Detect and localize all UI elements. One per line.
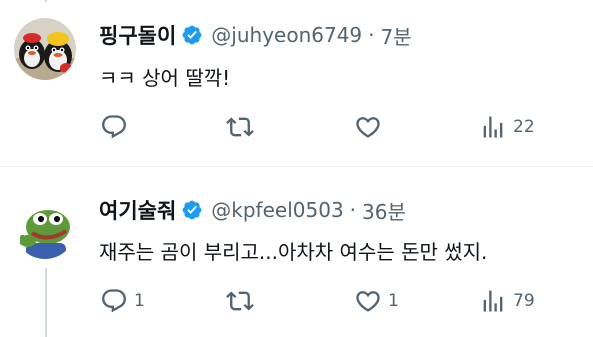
retweet-icon xyxy=(226,117,254,137)
avatar[interactable] xyxy=(14,197,76,259)
action-bar: 22 xyxy=(96,113,556,143)
heart-icon xyxy=(356,117,380,138)
user-handle[interactable]: @kpfeel0503 xyxy=(211,198,343,222)
reply-button[interactable] xyxy=(100,113,134,141)
tweet[interactable]: 핑구돌이 @juhyeon6749 · 7분 ㅋㅋ 상어 딸깍! 22 xyxy=(0,0,593,167)
avatar[interactable] xyxy=(14,18,76,80)
penguin-plush-icon xyxy=(14,18,76,80)
like-count: 1 xyxy=(388,291,399,311)
separator-dot: · xyxy=(368,23,375,47)
reply-icon xyxy=(102,289,126,313)
retweet-icon xyxy=(226,291,254,311)
like-button[interactable]: 1 xyxy=(354,287,399,315)
pepe-frog-icon xyxy=(14,197,76,259)
view-count: 22 xyxy=(513,117,535,137)
views-bar-chart-icon xyxy=(483,290,503,312)
verified-badge-icon[interactable] xyxy=(181,199,203,221)
view-count: 79 xyxy=(513,291,535,311)
tweet-header: 여기술줘 @kpfeel0503 · 36분 xyxy=(99,195,406,225)
tweet[interactable]: 여기술줘 @kpfeel0503 · 36분 재주는 곰이 부리고...아차차 … xyxy=(0,167,593,337)
tweet-header: 핑구돌이 @juhyeon6749 · 7분 xyxy=(99,20,412,50)
separator-dot: · xyxy=(349,198,357,222)
tweet-text: 재주는 곰이 부리고...아차차 여수는 돈만 썼지. xyxy=(99,240,488,264)
timestamp[interactable]: 7분 xyxy=(381,21,412,50)
display-name[interactable]: 여기술줘 xyxy=(99,195,176,225)
tweet-text: ㅋㅋ 상어 딸깍! xyxy=(99,66,231,90)
verified-badge-icon[interactable] xyxy=(181,24,203,46)
retweet-button[interactable] xyxy=(226,287,260,315)
heart-icon xyxy=(356,291,380,312)
reply-count: 1 xyxy=(134,291,145,311)
thread-line-bottom xyxy=(45,268,47,337)
views-bar-chart-icon xyxy=(483,116,503,138)
user-handle[interactable]: @juhyeon6749 xyxy=(211,23,362,47)
retweet-button[interactable] xyxy=(226,113,260,141)
timestamp[interactable]: 36분 xyxy=(362,196,406,225)
action-bar: 1 1 79 xyxy=(96,287,556,317)
views-button[interactable]: 22 xyxy=(479,113,535,141)
reply-button[interactable]: 1 xyxy=(100,287,145,315)
views-button[interactable]: 79 xyxy=(479,287,535,315)
display-name[interactable]: 핑구돌이 xyxy=(99,20,176,50)
reply-icon xyxy=(102,115,126,139)
like-button[interactable] xyxy=(354,113,388,141)
